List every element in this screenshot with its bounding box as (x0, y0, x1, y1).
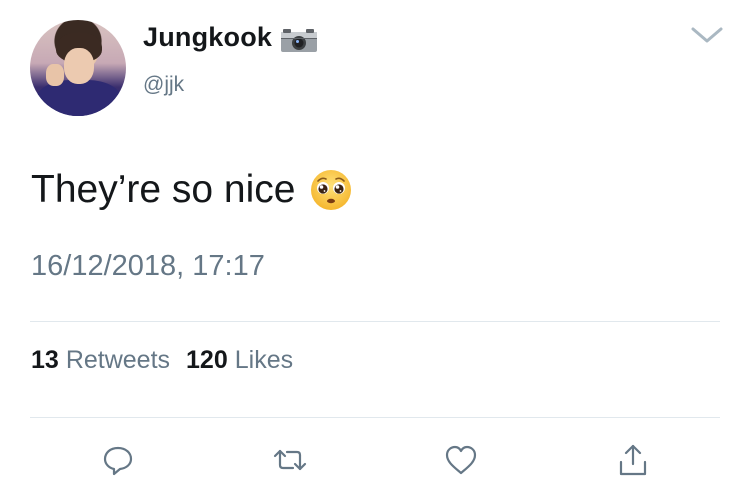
tweet-text-content: They’re so nice (31, 168, 296, 211)
retweet-button[interactable] (270, 440, 310, 480)
likes-label[interactable]: Likes (235, 346, 293, 375)
chevron-down-icon[interactable] (690, 24, 724, 46)
avatar-face (64, 48, 94, 84)
reply-icon (103, 446, 133, 476)
display-name-row[interactable]: Jungkook (143, 22, 318, 53)
avatar-hand (46, 64, 64, 86)
reply-button[interactable] (98, 440, 138, 480)
camera-icon (280, 27, 318, 53)
user-handle[interactable]: @jjk (143, 73, 184, 97)
retweets-count[interactable]: 13 (31, 346, 59, 375)
retweets-label[interactable]: Retweets (66, 346, 170, 375)
avatar[interactable] (30, 20, 126, 116)
share-button[interactable] (613, 440, 653, 480)
share-icon (619, 444, 647, 476)
tweet-text: They’re so nice (31, 168, 353, 212)
pleading-face-icon (309, 168, 353, 212)
divider-bottom (30, 417, 720, 418)
retweet-icon (273, 449, 307, 471)
tweet-timestamp: 16/12/2018, 17:17 (31, 250, 265, 282)
tweet-stats: 13 Retweets 120 Likes (31, 346, 293, 375)
like-button[interactable] (441, 440, 481, 480)
display-name[interactable]: Jungkook (143, 22, 272, 53)
divider-top (30, 321, 720, 322)
heart-icon (445, 445, 477, 475)
tweet: Jungkook @jjk They’re so nice 16/12/2018… (0, 0, 750, 503)
likes-count[interactable]: 120 (186, 346, 228, 375)
avatar-jacket (36, 80, 122, 116)
